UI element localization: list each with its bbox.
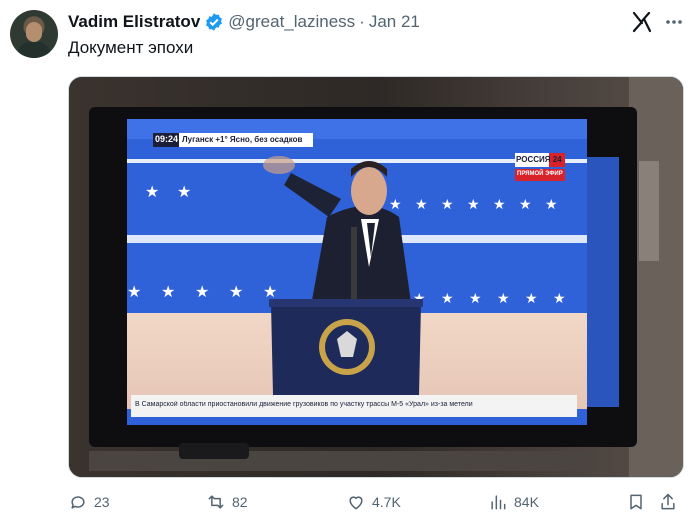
- svg-text:★: ★: [469, 290, 482, 306]
- like-count: 4.7K: [372, 494, 401, 510]
- like-icon: [349, 496, 363, 510]
- svg-text:★: ★: [441, 196, 454, 212]
- views-count: 84K: [514, 494, 539, 510]
- tweet-text: Документ эпохи: [68, 38, 194, 57]
- author-handle[interactable]: @great_laziness: [228, 12, 355, 32]
- svg-text:★: ★: [263, 284, 277, 301]
- views-button[interactable]: 84K: [488, 492, 539, 512]
- tweet-actions: 23 82 4.7K 84K: [68, 492, 688, 518]
- svg-text:★: ★: [389, 196, 402, 212]
- views-icon: [491, 495, 506, 510]
- tv-weather: Луганск +1° Ясно, без осадков: [182, 135, 303, 144]
- svg-text:★: ★: [161, 284, 175, 301]
- svg-text:★: ★: [229, 284, 243, 301]
- grok-icon[interactable]: [630, 10, 654, 34]
- share-button[interactable]: [658, 492, 684, 512]
- reply-button[interactable]: 23: [68, 492, 110, 512]
- svg-text:★: ★: [415, 196, 428, 212]
- more-options-icon[interactable]: [660, 10, 688, 34]
- avatar-body: [18, 42, 50, 58]
- author-avatar[interactable]: [10, 10, 58, 58]
- svg-text:★: ★: [177, 184, 191, 201]
- svg-text:★: ★: [145, 184, 159, 201]
- svg-text:★: ★: [519, 196, 532, 212]
- author-name[interactable]: Vadim Elistratov: [68, 12, 200, 32]
- svg-text:★: ★: [441, 290, 454, 306]
- tv-live-label: ПРЯМОЙ ЭФИР: [517, 171, 563, 177]
- svg-text:★: ★: [493, 196, 506, 212]
- reply-count: 23: [94, 494, 110, 510]
- like-button[interactable]: 4.7K: [346, 492, 401, 512]
- share-icon: [661, 493, 675, 510]
- tweet-media-photo[interactable]: ★★ ★★ ★★ ★★ ★ ★★ ★★ ★ ★★ ★★ ★★: [68, 76, 684, 478]
- tv-channel-logo: РОССИЯ 24: [516, 155, 562, 164]
- svg-text:★: ★: [127, 284, 141, 301]
- avatar-face: [26, 22, 42, 42]
- svg-text:★: ★: [545, 196, 558, 212]
- verified-badge-icon: [206, 13, 223, 31]
- svg-text:★: ★: [553, 290, 566, 306]
- svg-text:★: ★: [497, 290, 510, 306]
- svg-text:★: ★: [525, 290, 538, 306]
- repost-button[interactable]: 82: [206, 492, 248, 512]
- separator-dot: ·: [359, 12, 365, 31]
- repost-icon: [208, 495, 224, 509]
- bookmark-icon: [630, 494, 642, 510]
- tweet-date[interactable]: Jan 21: [369, 12, 420, 32]
- svg-text:★: ★: [195, 284, 209, 301]
- tweet-header: Vadim Elistratov @great_laziness · Jan 2…: [68, 12, 420, 32]
- bookmark-button[interactable]: [626, 492, 652, 512]
- tv-news-ticker: В Самарской области приостановили движен…: [135, 401, 473, 408]
- reply-icon: [71, 496, 85, 509]
- repost-count: 82: [232, 494, 248, 510]
- tv-clock: 09:24: [155, 134, 179, 144]
- svg-text:★: ★: [467, 196, 480, 212]
